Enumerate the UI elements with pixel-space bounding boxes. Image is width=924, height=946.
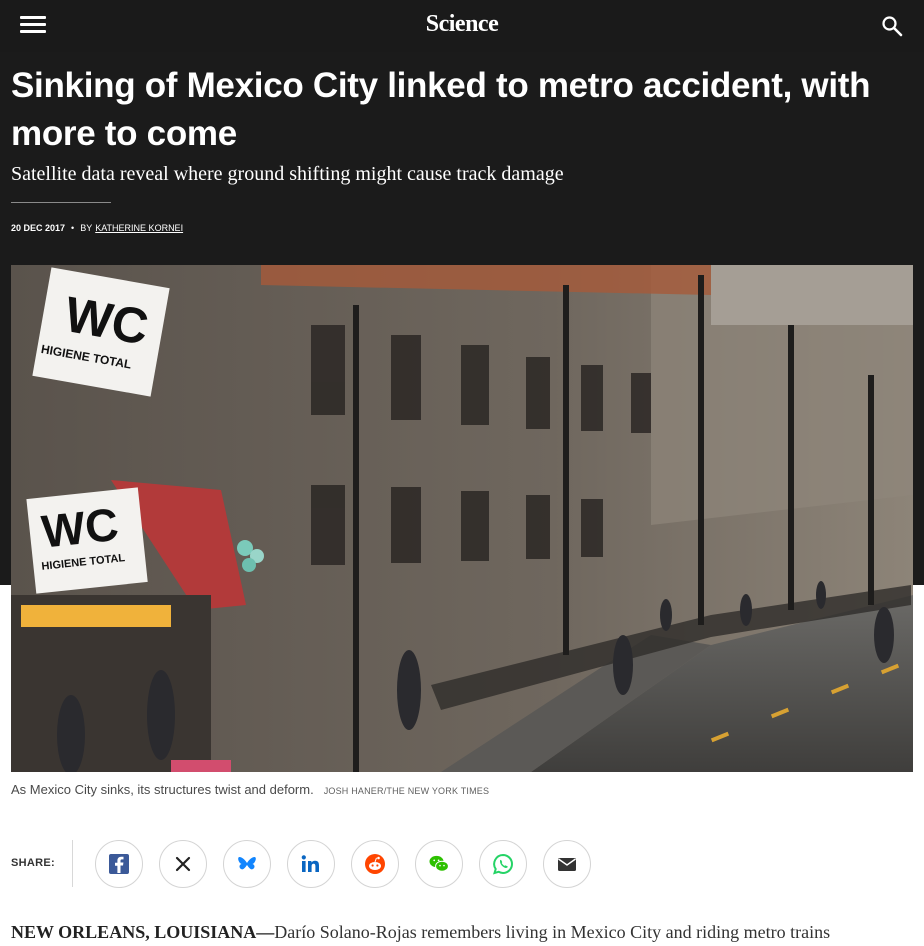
email-share-button[interactable] [543,840,591,888]
by-label: BY [80,223,93,233]
wechat-share-button[interactable] [415,840,463,888]
photo-caption: As Mexico City sinks, its structures twi… [11,782,489,797]
publish-date: 20 DEC 2017 [11,223,66,233]
article-body-first-line: NEW ORLEANS, LOUISIANA—Darío Solano-Roja… [11,918,911,946]
linkedin-icon [301,855,319,872]
facebook-icon [109,854,129,874]
article-meta: 20 DEC 2017 • BY KATHERINE KORNEI [11,222,183,234]
article-title: Sinking of Mexico City linked to metro a… [11,66,871,153]
bluesky-icon [238,857,256,870]
share-divider [72,840,73,887]
science-logo[interactable]: Science [0,11,924,38]
top-navigation-bar: Science [0,0,924,52]
whatsapp-icon [493,853,513,875]
reddit-share-button[interactable] [351,840,399,888]
street-scene-illustration: WC HIGIENE TOTAL WC HIGIENE TOTAL [11,265,913,772]
whatsapp-share-button[interactable] [479,840,527,888]
x-share-button[interactable] [159,840,207,888]
article-body-text: Darío Solano-Rojas remembers living in M… [274,922,831,942]
wechat-icon [429,855,449,872]
title-divider [11,202,111,203]
linkedin-share-button[interactable] [287,840,335,888]
search-icon[interactable] [880,14,904,38]
meta-separator: • [71,223,75,233]
photo-credit: JOSH HANER/THE NEW YORK TIMES [323,786,490,796]
author-link[interactable]: KATHERINE KORNEI [95,223,183,233]
reddit-icon [365,854,385,874]
x-icon [175,856,191,872]
article-subtitle: Satellite data reveal where ground shift… [11,163,564,185]
caption-text: As Mexico City sinks, its structures twi… [11,782,314,797]
email-icon [558,858,576,871]
facebook-share-button[interactable] [95,840,143,888]
article-dateline: NEW ORLEANS, LOUISIANA— [11,922,275,942]
share-label: SHARE: [11,857,55,869]
article-photo: WC HIGIENE TOTAL WC HIGIENE TOTAL [11,265,913,772]
bluesky-share-button[interactable] [223,840,271,888]
wc-sign-text-2: WC [39,498,121,558]
